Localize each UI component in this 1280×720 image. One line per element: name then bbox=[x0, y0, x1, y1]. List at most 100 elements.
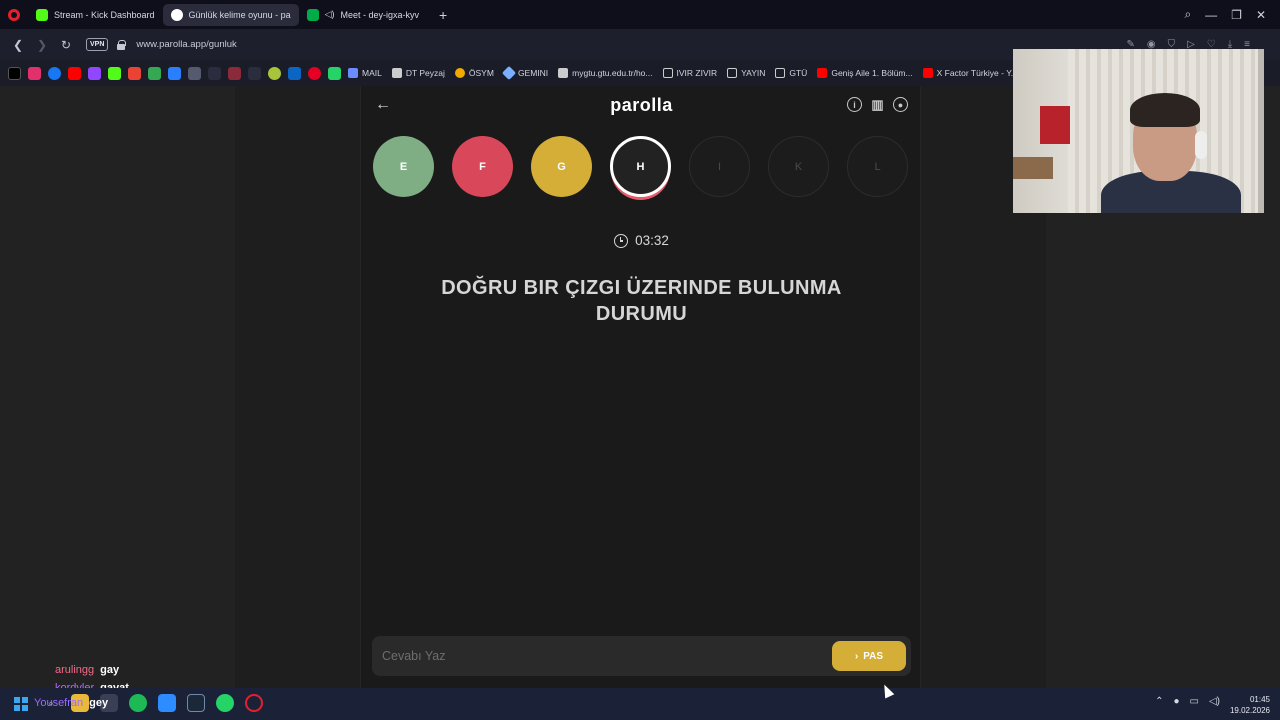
answer-input[interactable] bbox=[382, 647, 812, 665]
dollar-icon[interactable] bbox=[168, 66, 181, 80]
stats-icon[interactable]: ▥ bbox=[870, 97, 885, 112]
coin-icon[interactable] bbox=[268, 66, 281, 80]
chevron-up-icon[interactable]: ⌃ bbox=[1155, 696, 1163, 707]
search-tabs-icon[interactable]: ⌕ bbox=[1184, 7, 1191, 22]
phone-icon[interactable] bbox=[328, 66, 341, 80]
system-tray: ⌃ ● ▭ ◁) bbox=[1155, 696, 1220, 707]
tab-label: Günlük kelime oyunu - pa bbox=[188, 9, 291, 20]
tab-label: Stream - Kick Dashboard bbox=[54, 9, 155, 20]
letter-circle-pending: I bbox=[689, 136, 750, 197]
reload-button[interactable]: ↻ bbox=[54, 38, 78, 52]
pass-button[interactable]: › PAS bbox=[832, 641, 906, 671]
bookmark-icon[interactable] bbox=[208, 66, 221, 80]
tab-parolla[interactable]: Günlük kelime oyunu - pa bbox=[162, 3, 299, 26]
restore-button[interactable]: ❐ bbox=[1231, 8, 1242, 22]
mail-icon bbox=[348, 68, 358, 78]
bookmark-yayin[interactable]: YAYIN bbox=[727, 68, 765, 78]
close-button[interactable]: ✕ bbox=[1256, 8, 1266, 22]
windows-start-icon[interactable] bbox=[14, 697, 28, 711]
youtube-icon bbox=[922, 68, 933, 78]
osym-icon bbox=[454, 68, 465, 78]
header-actions: i ▥ ● bbox=[847, 97, 908, 112]
chat-username: Yousefran bbox=[34, 697, 84, 709]
answer-bar: › PAS bbox=[372, 636, 911, 676]
opera-icon[interactable] bbox=[245, 694, 263, 712]
network-icon[interactable]: ▭ bbox=[1190, 696, 1199, 707]
forward-button[interactable]: ❯ bbox=[30, 38, 54, 52]
bookmark-osym[interactable]: ÖSYM bbox=[454, 68, 494, 78]
link-icon[interactable] bbox=[188, 66, 201, 80]
letter-circle-passed: G bbox=[531, 136, 592, 197]
taskbar-clock[interactable]: 01:45 19.02.2026 bbox=[1230, 694, 1270, 716]
clock-time: 01:45 bbox=[1249, 695, 1270, 704]
bookmark-label: Geniş Aile 1. Bölüm... bbox=[831, 68, 913, 78]
kick-icon[interactable] bbox=[108, 66, 121, 80]
bookmark-mail[interactable]: MAIL bbox=[348, 68, 382, 78]
chat-username: arulingg bbox=[55, 664, 95, 676]
bookmark-label: GEMINI bbox=[517, 68, 549, 78]
bookmark-icon[interactable] bbox=[248, 66, 261, 80]
bookmark-gemini[interactable]: GEMINI bbox=[501, 65, 549, 81]
twitch-icon[interactable] bbox=[88, 66, 101, 80]
bookmark-label: X Factor Türkiye - Y... bbox=[936, 68, 1018, 78]
bookmark-label: DT Peyzaj bbox=[405, 68, 445, 78]
webcam-person-hair bbox=[1130, 93, 1200, 127]
gmail-icon[interactable] bbox=[128, 66, 141, 80]
bookmark-label: mygtu.gtu.edu.tr/ho... bbox=[572, 68, 653, 78]
maps-icon[interactable] bbox=[148, 66, 161, 80]
volume-icon[interactable]: ◁) bbox=[1209, 696, 1220, 707]
bookmark-gtu[interactable]: GTÜ bbox=[775, 68, 807, 78]
clock-icon bbox=[614, 233, 629, 248]
bookmark-icon[interactable] bbox=[228, 66, 241, 80]
folder-icon bbox=[727, 68, 738, 78]
vpn-badge[interactable]: VPN bbox=[86, 38, 109, 51]
bookmark-ivir-zivir[interactable]: IVIR ZIVIR bbox=[662, 68, 717, 78]
countdown-timer: 03:32 bbox=[361, 233, 922, 248]
back-button[interactable]: ❮ bbox=[6, 38, 30, 52]
tab-label: Meet - dey-igxa-kyv bbox=[340, 9, 420, 20]
page-icon bbox=[391, 68, 402, 78]
pass-label: PAS bbox=[863, 650, 884, 662]
profile-icon[interactable]: ● bbox=[893, 97, 908, 112]
spotify-icon[interactable] bbox=[129, 694, 147, 712]
chat-text: gay bbox=[100, 664, 120, 676]
app-icon[interactable] bbox=[158, 694, 176, 712]
chat-message: Yousefran gey bbox=[34, 694, 108, 712]
x-icon[interactable] bbox=[8, 66, 21, 80]
minimize-button[interactable]: — bbox=[1205, 8, 1217, 22]
bookmark-dt-peyzaj[interactable]: DT Peyzaj bbox=[391, 68, 445, 78]
linkedin-icon[interactable] bbox=[288, 66, 301, 80]
opera-logo-icon[interactable] bbox=[0, 0, 28, 29]
instagram-icon[interactable] bbox=[28, 66, 41, 80]
new-tab-button[interactable]: + bbox=[433, 7, 453, 23]
facebook-icon[interactable] bbox=[48, 66, 61, 80]
info-icon[interactable]: i bbox=[847, 97, 862, 112]
page-icon bbox=[558, 68, 569, 78]
parolla-icon bbox=[170, 8, 183, 21]
tab-kick-dashboard[interactable]: Stream - Kick Dashboard bbox=[28, 4, 163, 26]
whatsapp-icon[interactable] bbox=[216, 694, 234, 712]
youtube-icon[interactable] bbox=[68, 66, 81, 80]
gemini-icon bbox=[501, 65, 517, 81]
headset-icon bbox=[1195, 131, 1207, 159]
bookmark-x-factor[interactable]: X Factor Türkiye - Y... bbox=[922, 68, 1018, 78]
bookmark-genis-aile[interactable]: Geniş Aile 1. Bölüm... bbox=[817, 68, 913, 78]
bookmark-label: YAYIN bbox=[741, 68, 766, 78]
stream-chat-overlay-bottom: Yousefran gey bbox=[34, 694, 108, 712]
steam-icon[interactable] bbox=[187, 694, 205, 712]
chat-text: gey bbox=[89, 697, 109, 709]
microphone-icon[interactable]: ● bbox=[1173, 696, 1179, 707]
url-field[interactable]: www.parolla.app/gunluk bbox=[136, 39, 236, 50]
tab-meet[interactable]: ◁) Meet - dey-igxa-kyv bbox=[299, 4, 427, 26]
speaker-icon: ◁) bbox=[324, 9, 335, 19]
letter-circle-pending: L bbox=[847, 136, 908, 197]
letter-progress: E F G H I K L bbox=[373, 136, 908, 197]
bookmark-mygtu[interactable]: mygtu.gtu.edu.tr/ho... bbox=[558, 68, 653, 78]
lock-icon[interactable] bbox=[116, 39, 127, 50]
window-controls: ⌕ — ❐ ✕ bbox=[1184, 0, 1280, 29]
question-text: DOĞRU BIR ÇIZGI ÜZERINDE BULUNMA DURUMU bbox=[441, 277, 842, 325]
app-logo[interactable]: parolla bbox=[361, 95, 922, 116]
pinterest-icon[interactable] bbox=[308, 66, 321, 80]
windows-taskbar: ⌕ Yousefran gey ⌃ ● ▭ ◁) 01:45 19.02.202… bbox=[0, 688, 1280, 720]
letter-circle-wrong: F bbox=[452, 136, 513, 197]
